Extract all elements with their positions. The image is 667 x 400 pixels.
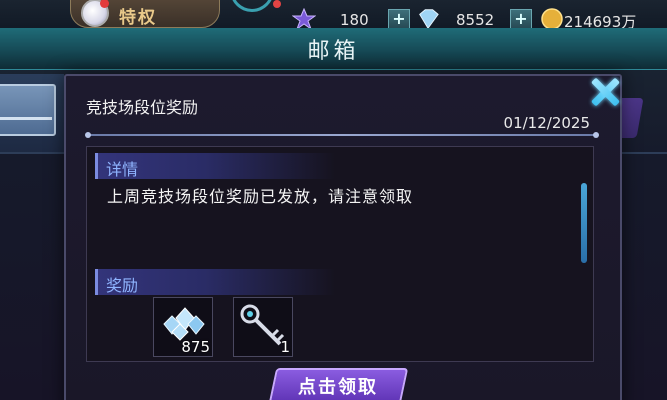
claim-label: 点击领取 [298, 377, 378, 398]
privilege-button[interactable]: 特权 [70, 0, 220, 28]
mail-title: 竞技场段位奖励 [86, 98, 199, 117]
page-title: 邮箱 [307, 39, 360, 64]
reward-item-key[interactable]: 1 [233, 297, 293, 357]
add-stamina-button[interactable]: + [388, 9, 410, 29]
scrollbar[interactable] [581, 183, 587, 263]
diamond-icon [419, 9, 439, 30]
notification-dot [100, 0, 109, 8]
top-resource-bar: 特权 180 + 8552 + 214693万 [0, 0, 667, 31]
details-heading: 详情 [95, 153, 335, 179]
scrollbar-thumb[interactable] [581, 183, 587, 263]
gold-resource: 214693万 [540, 8, 667, 31]
stamina-resource: 180 + [292, 8, 412, 30]
mailbox-title-bar: 邮箱 [0, 28, 667, 70]
ring-ornament-icon [230, 0, 281, 12]
privilege-label: 特权 [119, 8, 157, 28]
claim-button[interactable]: 点击领取 [267, 368, 409, 400]
notification-dot [273, 0, 281, 8]
add-diamond-button[interactable]: + [510, 9, 532, 29]
reward-count: 875 [181, 338, 210, 356]
mail-detail-dialog: 竞技场段位奖励 01/12/2025 详情 上周竞技场段位奖励已发放，请注意领取… [64, 74, 622, 400]
star-crystal-icon [292, 8, 316, 30]
gold-coin-icon [541, 8, 563, 30]
reward-item-diamonds[interactable]: 875 [153, 297, 213, 357]
diamond-resource: 8552 + [416, 8, 536, 30]
diamond-value: 8552 [456, 11, 495, 29]
mail-date: 01/12/2025 [503, 114, 590, 132]
reward-count: 1 [280, 338, 290, 356]
title-divider [85, 132, 599, 138]
stamina-value: 180 [340, 11, 369, 29]
diamond-pile-icon [163, 307, 205, 341]
privilege-badge-icon [81, 0, 109, 27]
close-icon[interactable] [588, 75, 622, 109]
rewards-heading: 奖励 [95, 269, 335, 295]
mail-content-panel[interactable]: 详情 上周竞技场段位奖励已发放，请注意领取 奖励 875 1 [86, 146, 594, 362]
details-text: 上周竞技场段位奖励已发放，请注意领取 [107, 187, 414, 206]
envelope-icon [0, 84, 56, 136]
